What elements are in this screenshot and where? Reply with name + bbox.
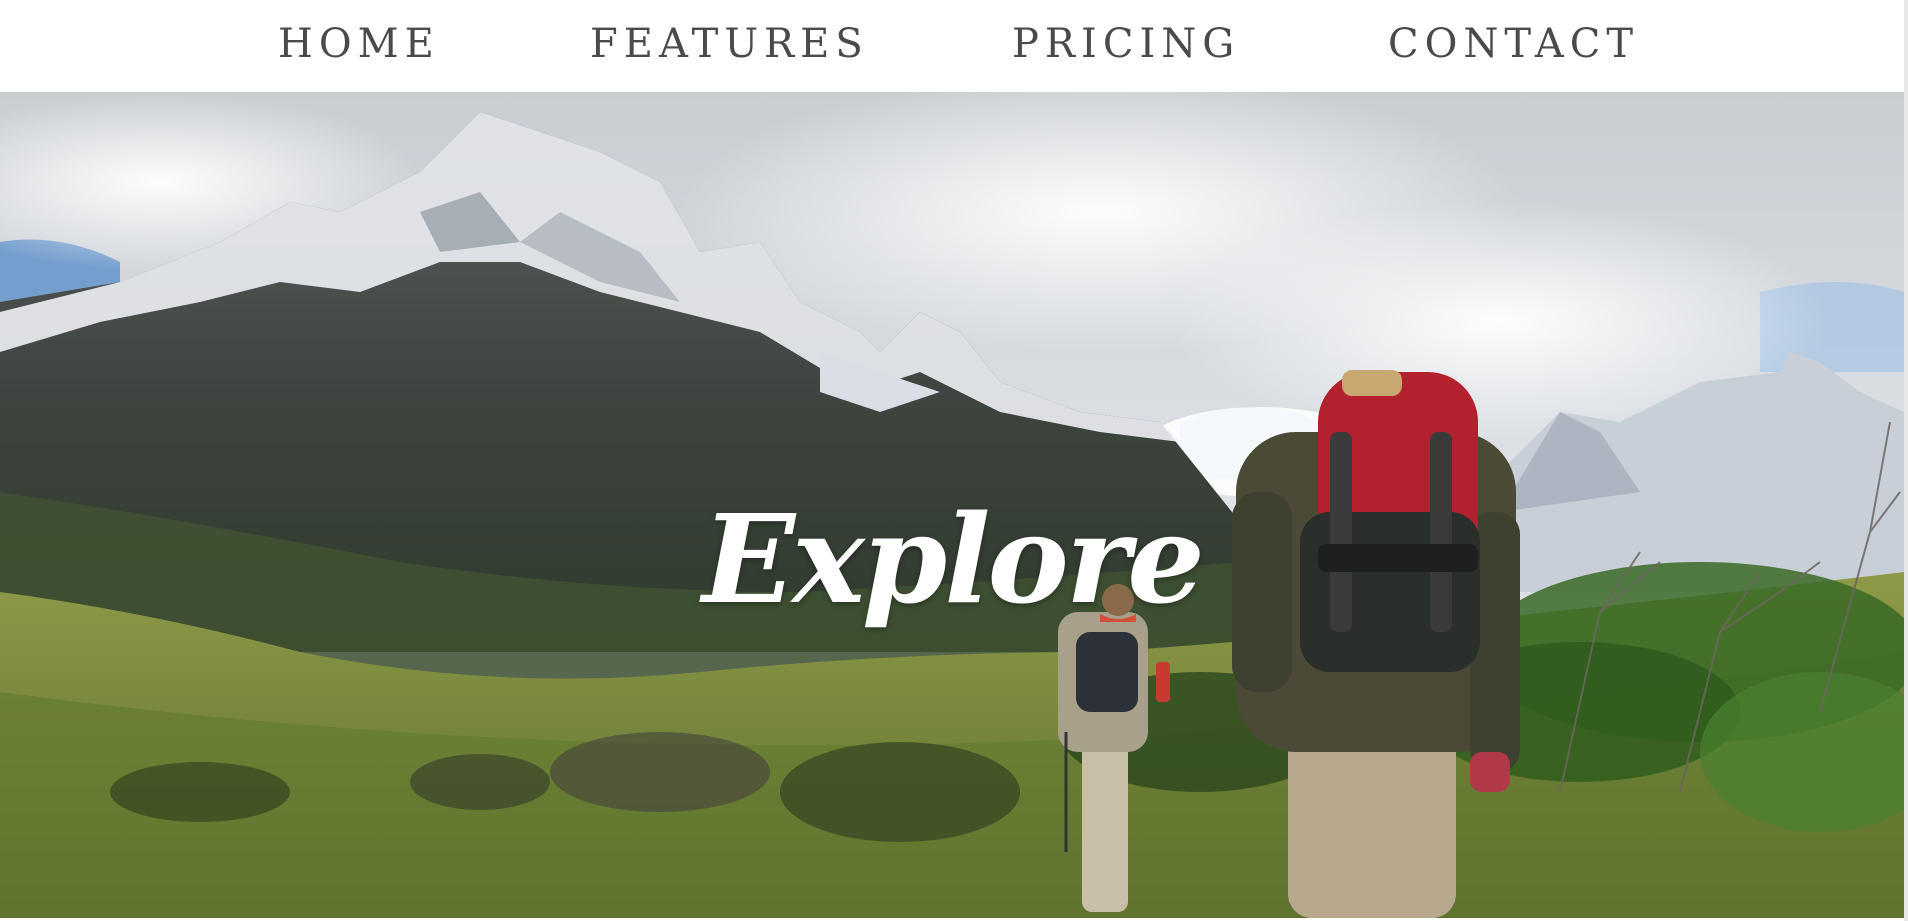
scrollbar-track[interactable] <box>1904 0 1908 921</box>
hero-title: Explore <box>702 487 1205 631</box>
nav-pricing-link[interactable]: PRICING <box>1012 18 1240 70</box>
nav-home-link[interactable]: HOME <box>278 18 440 70</box>
nav-contact-link[interactable]: CONTACT <box>1388 18 1639 70</box>
hero-section: Explore <box>0 92 1904 918</box>
top-navigation: HOME FEATURES PRICING CONTACT <box>0 0 1904 92</box>
nav-features-link[interactable]: FEATURES <box>590 18 869 70</box>
